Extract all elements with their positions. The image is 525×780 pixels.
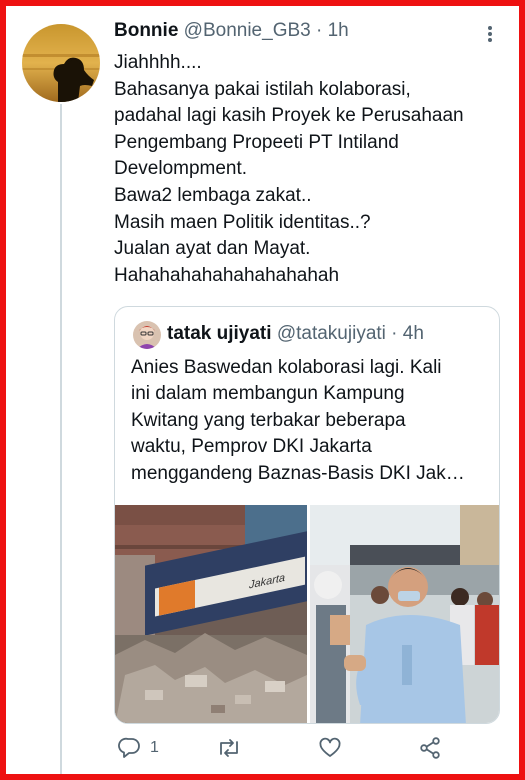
- tweet-text: Jiahhhh.... Bahasanya pakai istilah kola…: [114, 50, 499, 289]
- separator-dot: ·: [316, 20, 323, 41]
- quoted-tweet-card[interactable]: tatak ujiyati @tatakujiyati · 4h Anies B…: [114, 306, 500, 724]
- tweet-header: Bonnie @Bonnie_GB3 · 1h: [114, 20, 349, 42]
- quoted-line: waktu, Pemprov DKI Jakarta: [131, 436, 372, 458]
- quoted-timestamp[interactable]: 4h: [403, 323, 424, 344]
- more-options-icon[interactable]: [480, 22, 500, 46]
- tweet-line: Bahasanya pakai istilah kolaborasi,: [114, 78, 411, 100]
- heart-icon: [319, 737, 341, 757]
- tweet-line: padahal lagi kasih Proyek ke Perusahaan: [114, 105, 464, 127]
- official-greeting-photo[interactable]: [310, 505, 500, 724]
- tweet-line: Jualan ayat dan Mayat.: [114, 238, 311, 260]
- timestamp[interactable]: 1h: [328, 20, 349, 41]
- avatar-silhouette-image: [22, 24, 100, 102]
- tweet-line: Masih maen Politik identitas..?: [114, 211, 371, 233]
- quoted-line: Anies Baswedan kolaborasi lagi. Kali: [131, 357, 442, 378]
- retweet-icon: [220, 739, 238, 757]
- reply-icon: [118, 737, 140, 758]
- quoted-avatar-image: [133, 321, 161, 349]
- quoted-tweet-header: tatak ujiyati @tatakujiyati · 4h: [167, 323, 424, 345]
- avatar[interactable]: [22, 24, 100, 102]
- author-handle[interactable]: @Bonnie_GB3: [184, 20, 311, 41]
- burnt-building-photo[interactable]: Jakarta: [115, 505, 307, 724]
- thread-connector-line: [60, 104, 62, 774]
- share-icon: [420, 737, 440, 759]
- retweet-button[interactable]: [216, 736, 250, 760]
- quoted-line: Kwitang yang terbakar beberapa: [131, 409, 406, 431]
- tweet-line: Develompment.: [114, 158, 248, 180]
- tweet-line: Bawa2 lembaga zakat..: [114, 184, 312, 206]
- quoted-tweet-text: Anies Baswedan kolaborasi lagi. Kali ini…: [131, 355, 491, 487]
- tweet-action-bar: 1: [114, 736, 500, 768]
- like-button[interactable]: [318, 736, 350, 760]
- quoted-author-handle[interactable]: @tatakujiyati: [277, 323, 386, 344]
- tweet-line: Jiahhhh....: [114, 52, 202, 73]
- share-button[interactable]: [418, 736, 442, 760]
- reply-button[interactable]: 1: [118, 736, 159, 760]
- tweet-line: Hahahahahahahahahahah: [114, 264, 340, 286]
- tweet-line: Pengembang Propeeti PT Intiland: [114, 131, 399, 153]
- separator-dot: ·: [391, 323, 398, 344]
- reply-count: 1: [150, 739, 159, 756]
- author-name[interactable]: Bonnie: [114, 20, 178, 41]
- quoted-line: menggandeng Baznas-Basis DKI Jak…: [131, 462, 465, 484]
- quoted-line: ini dalam membangun Kampung: [131, 383, 405, 405]
- quoted-avatar[interactable]: [133, 321, 161, 349]
- quoted-author-name[interactable]: tatak ujiyati: [167, 323, 272, 344]
